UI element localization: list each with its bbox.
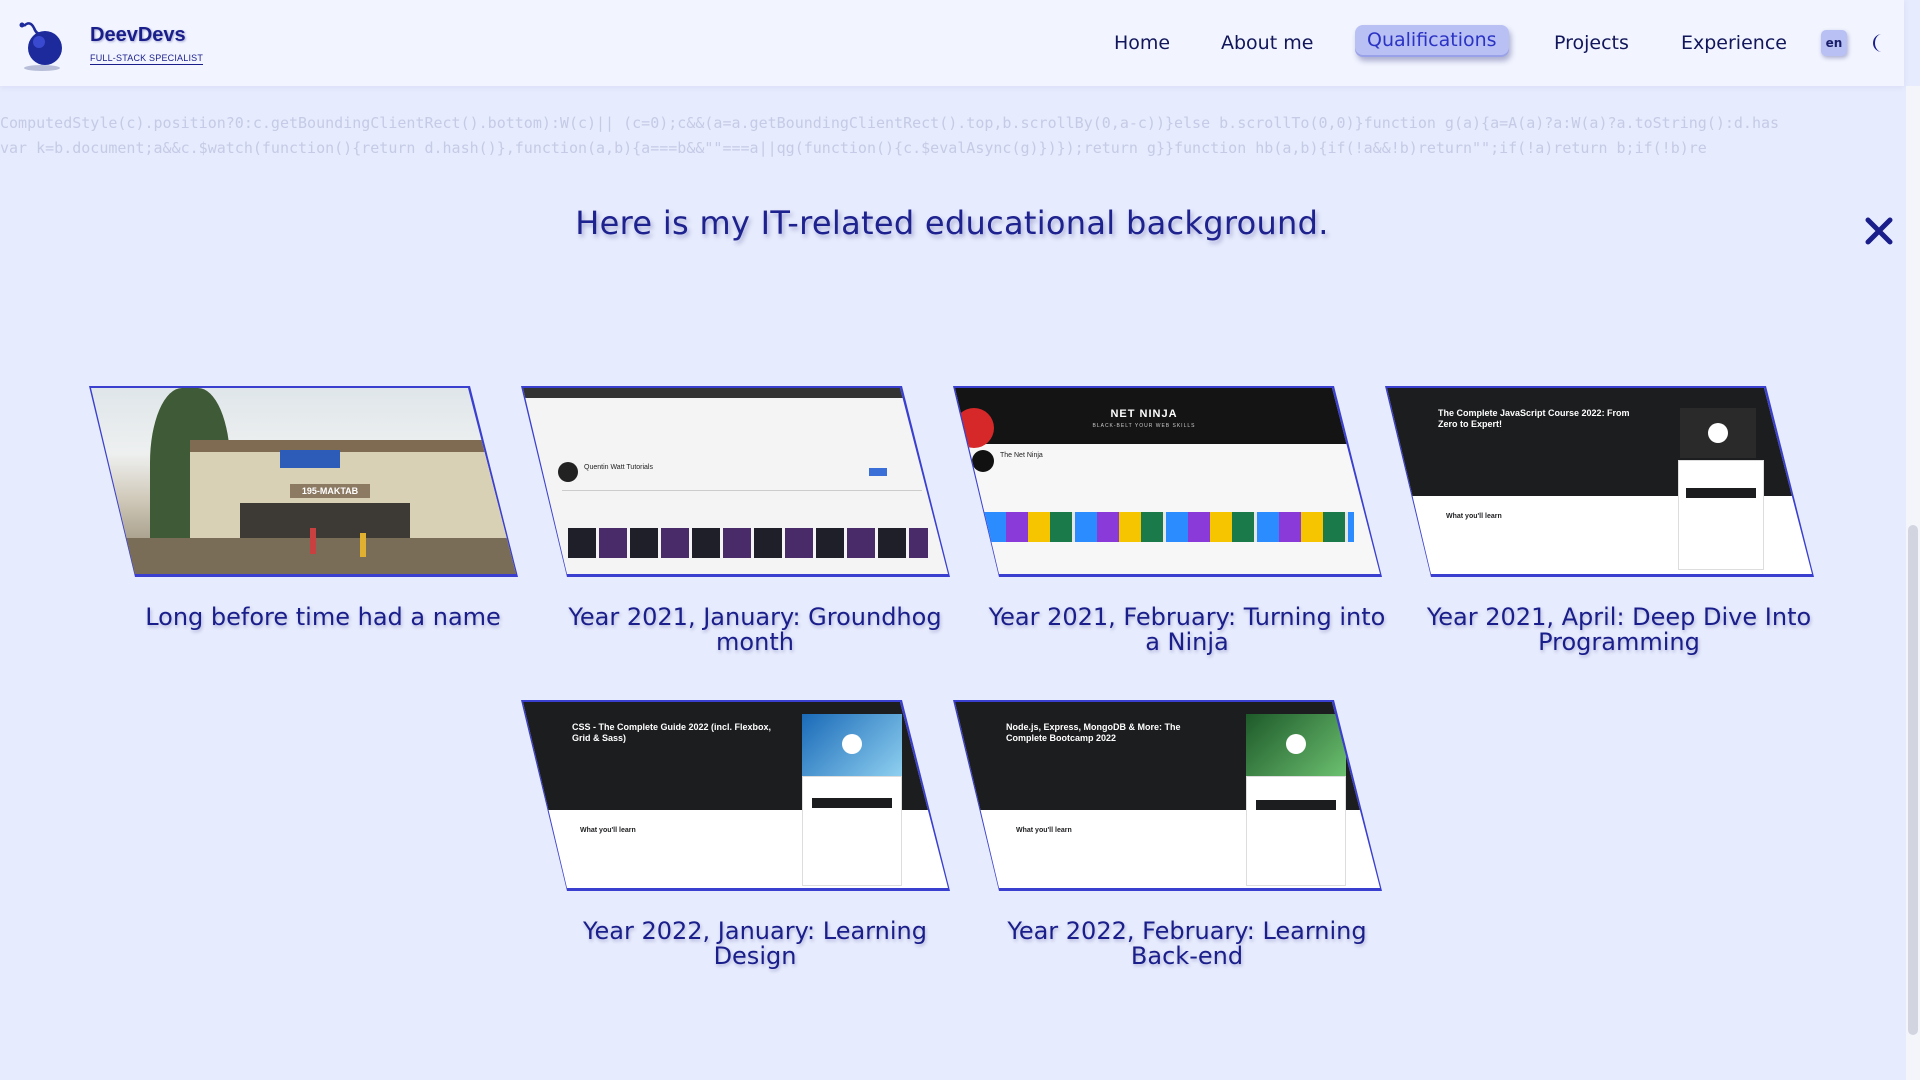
close-icon[interactable] [1864, 216, 1894, 246]
nav-qualifications[interactable]: Qualifications [1355, 25, 1509, 57]
card-thumbnail: 195-MAKTAB [89, 386, 518, 577]
qualification-card[interactable]: The Complete JavaScript Course 2022: Fro… [1383, 385, 1815, 675]
card-thumbnail: NET NINJA BLACK-BELT YOUR WEB SKILLS The… [953, 386, 1382, 577]
nav-home[interactable]: Home [1114, 26, 1170, 60]
learn-label: What you'll learn [580, 827, 636, 834]
qualification-card[interactable]: CSS - The Complete Guide 2022 (incl. Fle… [519, 699, 951, 989]
card-thumbnail: CSS - The Complete Guide 2022 (incl. Fle… [521, 700, 950, 891]
course-title: Node.js, Express, MongoDB & More: The Co… [1006, 722, 1181, 743]
qualification-card[interactable]: Node.js, Express, MongoDB & More: The Co… [951, 699, 1383, 989]
card-title: Year 2021, January: Groundhog month [568, 603, 942, 656]
qualification-card[interactable]: Quentin Watt Tutorials Year 2021, Januar… [519, 385, 951, 675]
learn-label: What you'll learn [1446, 513, 1502, 520]
card-title: Long before time had a name [145, 603, 501, 631]
section-heading: Here is my IT-related educational backgr… [575, 204, 1329, 242]
scrollbar-thumb[interactable] [1908, 525, 1918, 1035]
learn-label: What you'll learn [1016, 827, 1072, 834]
brand[interactable]: DeevDevs FULL-STACK SPECIALIST [90, 24, 204, 65]
channel-name: The Net Ninja [1000, 452, 1043, 459]
card-thumbnail: Quentin Watt Tutorials [521, 386, 950, 577]
top-navbar: DeevDevs FULL-STACK SPECIALIST Home Abou… [0, 0, 1904, 86]
banner-subtitle: BLACK-BELT YOUR WEB SKILLS [1092, 423, 1196, 429]
qualification-card[interactable]: NET NINJA BLACK-BELT YOUR WEB SKILLS The… [951, 385, 1385, 675]
nav-experience[interactable]: Experience [1681, 26, 1787, 60]
course-title: CSS - The Complete Guide 2022 (incl. Fle… [572, 722, 772, 743]
nav-projects[interactable]: Projects [1554, 26, 1629, 60]
card-title: Year 2021, April: Deep Dive Into Program… [1426, 603, 1812, 656]
background-code-line: ComputedStyle(c).position?0:c.getBoundin… [0, 114, 1780, 132]
moon-icon[interactable] [1868, 32, 1890, 54]
card-thumbnail: The Complete JavaScript Course 2022: Fro… [1385, 386, 1814, 577]
logo-icon[interactable] [12, 16, 70, 74]
banner-title: NET NINJA [1110, 408, 1178, 420]
background-code-line: var k=b.document;a&&c.$watch(function(){… [0, 139, 1707, 157]
course-title: The Complete JavaScript Course 2022: Fro… [1438, 408, 1630, 429]
language-button[interactable]: en [1821, 30, 1847, 56]
brand-tagline: FULL-STACK SPECIALIST [90, 53, 204, 65]
card-thumbnail: Node.js, Express, MongoDB & More: The Co… [953, 700, 1382, 891]
qualification-card[interactable]: 195-MAKTAB Long before time had a name [87, 385, 519, 675]
card-title: Year 2022, January: Learning Design [583, 917, 927, 970]
card-title: Year 2022, February: Learning Back-end [1007, 917, 1367, 970]
school-sign: 195-MAKTAB [290, 484, 370, 498]
brand-name: DeevDevs [90, 24, 186, 46]
card-title: Year 2021, February: Turning into a Ninj… [988, 603, 1386, 656]
nav-about-me[interactable]: About me [1221, 26, 1313, 60]
channel-name: Quentin Watt Tutorials [584, 464, 653, 471]
